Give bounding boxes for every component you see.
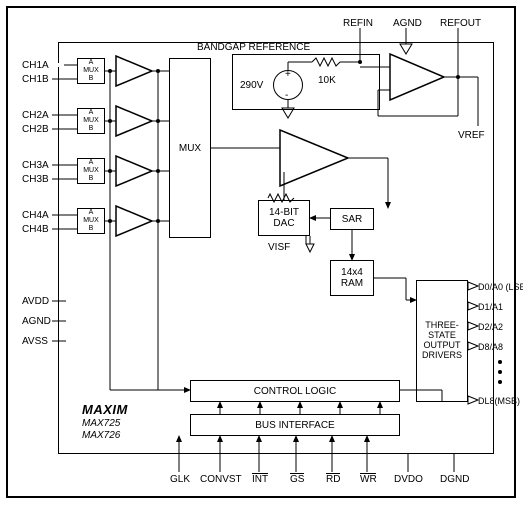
ellipsis-dot <box>498 360 502 364</box>
overbar-rd <box>326 473 340 474</box>
pin-glk: GLK <box>170 474 190 485</box>
th-3: T/H <box>123 166 139 177</box>
pin-int: INT <box>252 474 268 485</box>
ch3b: CH3B <box>22 174 49 185</box>
pin-visf: VISF <box>268 242 290 253</box>
pin-avdd: AVDD <box>22 296 49 307</box>
pin-refout: REFOUT <box>440 18 481 29</box>
ellipsis-dot <box>498 380 502 384</box>
pin-wr: WR <box>360 474 377 485</box>
ch1a: CH1A <box>22 60 49 71</box>
amux-2: A MUX B <box>77 108 105 134</box>
bandgap-title: BANDGAP REFERENCE <box>197 42 310 53</box>
amux-1: A MUX B <box>77 58 105 84</box>
vsource-minus: - <box>285 90 288 101</box>
pin-gs: GS <box>290 474 304 485</box>
part-1: MAX725 <box>82 418 120 429</box>
brand-logo: MAXIM <box>82 402 128 417</box>
control-logic-block: CONTROL LOGIC <box>190 380 400 402</box>
resistor-value: 10K <box>318 75 336 86</box>
ch2a: CH2A <box>22 110 49 121</box>
vsource-plus: + <box>285 69 291 80</box>
bus-interface-block: BUS INTERFACE <box>190 414 400 436</box>
ram-block: 14x4 RAM <box>330 260 374 296</box>
ch4b: CH4B <box>22 224 49 235</box>
overbar-wr <box>360 473 376 474</box>
refamp-minus-icon: - <box>398 84 402 96</box>
dac-block: 14-BIT DAC <box>258 200 310 236</box>
th-2: T/H <box>123 116 139 127</box>
amux-4: A MUX B <box>77 208 105 234</box>
mux-block: MUX <box>169 58 211 238</box>
pin-agnd-left: AGND <box>22 316 51 327</box>
th-4: T/H <box>123 216 139 227</box>
pin-convst: CONVST <box>200 474 242 485</box>
pin-dvdo: DVDO <box>394 474 423 485</box>
part-2: MAX726 <box>82 430 120 441</box>
vsource-value: 290V <box>240 80 263 91</box>
ch2b: CH2B <box>22 124 49 135</box>
pin-d0: D0/A0 (LSB) <box>478 282 523 292</box>
amux-3: A MUX B <box>77 158 105 184</box>
sar-block: SAR <box>330 208 374 230</box>
refamp-plus-icon: + <box>398 62 404 74</box>
comp-plus-icon: + <box>288 142 294 154</box>
th-1: T/H <box>123 66 139 77</box>
pin-rd: RD <box>326 474 340 485</box>
pin-avss: AVSS <box>22 336 48 347</box>
pin-agnd-top: AGND <box>393 18 422 29</box>
overbar-int <box>252 473 268 474</box>
pin-vref: VREF <box>458 130 485 141</box>
pin-d2: D2/A2 <box>478 322 503 332</box>
overbar-gs <box>290 473 304 474</box>
comp-minus-icon: - <box>288 166 292 178</box>
pin-d8: D8/A8 <box>478 342 503 352</box>
pin-refin: REFIN <box>343 18 373 29</box>
pin-d1: D1/A1 <box>478 302 503 312</box>
ch4a: CH4A <box>22 210 49 221</box>
ellipsis-dot <box>498 370 502 374</box>
pin-dl8: DL8(MSB) <box>478 396 520 406</box>
pin-dgnd: DGND <box>440 474 469 485</box>
ch3a: CH3A <box>22 160 49 171</box>
ch1b: CH1B <box>22 74 49 85</box>
threestate-block: THREE- STATE OUTPUT DRIVERS <box>416 280 468 402</box>
